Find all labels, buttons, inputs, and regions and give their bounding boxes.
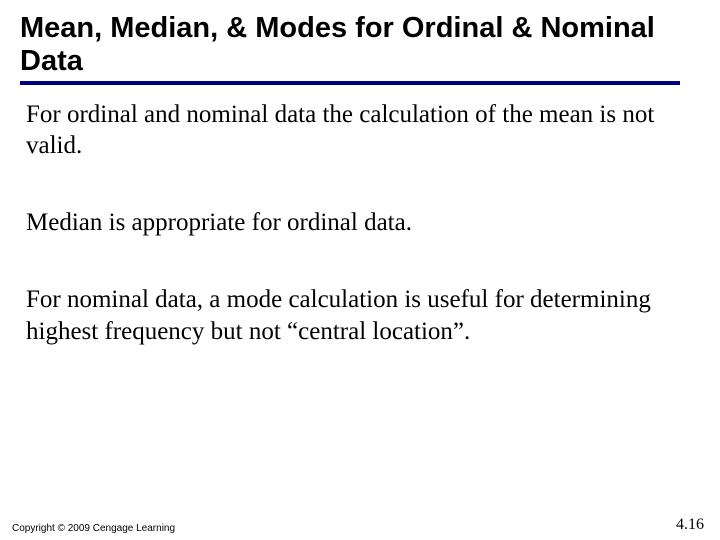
slide: Mean, Median, & Modes for Ordinal & Nomi… (0, 0, 720, 540)
copyright-text: Copyright © 2009 Cengage Learning (12, 523, 175, 534)
paragraph-2: Median is appropriate for ordinal data. (26, 207, 700, 238)
slide-body: For ordinal and nominal data the calcula… (20, 99, 700, 347)
title-underline (20, 81, 680, 85)
paragraph-3: For nominal data, a mode calculation is … (26, 284, 700, 347)
slide-title: Mean, Median, & Modes for Ordinal & Nomi… (20, 12, 700, 79)
footer: Copyright © 2009 Cengage Learning 4.16 (12, 516, 704, 534)
paragraph-1: For ordinal and nominal data the calcula… (26, 99, 700, 162)
page-number: 4.16 (676, 516, 704, 534)
